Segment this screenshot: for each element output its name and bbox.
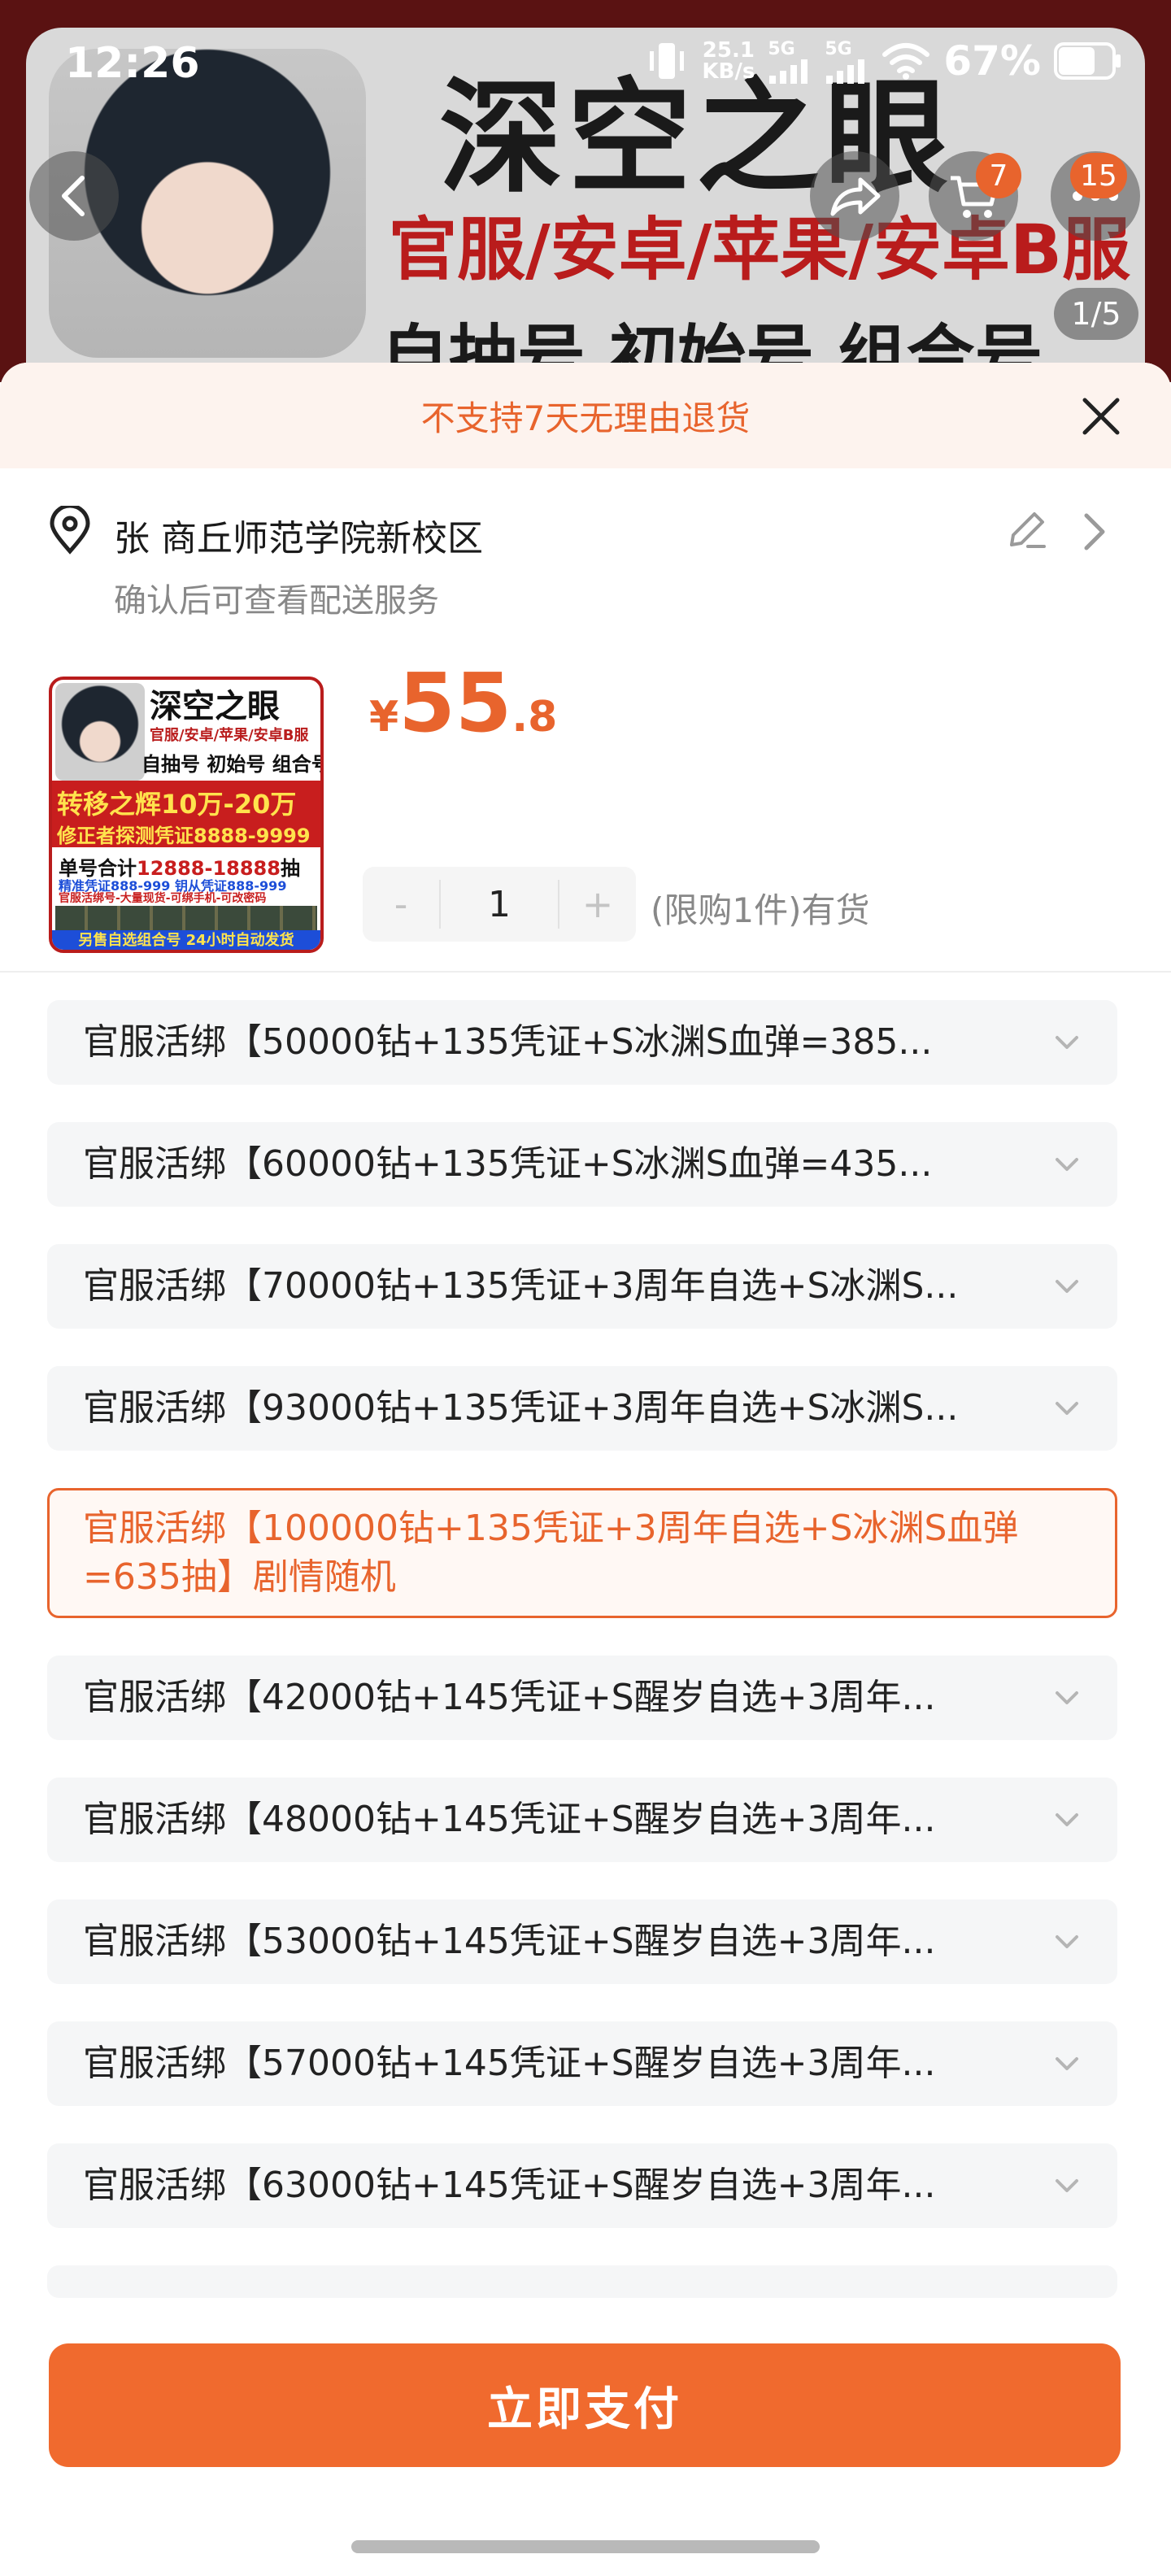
location-pin-icon: [50, 506, 90, 555]
address-selector[interactable]: 张 商丘师范学院新校区 确认后可查看配送服务: [47, 499, 1137, 629]
network-speed-value: 25.1: [702, 38, 755, 63]
signal-1: 5G: [768, 39, 812, 84]
thumbnail-portrait: [55, 683, 145, 781]
chevron-right-icon: [1084, 513, 1105, 550]
signal-2: 5G: [825, 39, 868, 84]
thumbnail-footer: 另售自选组合号 24小时自动发货: [52, 930, 320, 950]
stock-status: (限购1件)有货: [651, 890, 870, 930]
sku-option-selected[interactable]: 官服活绑【100000钻+135凭证+3周年自选+S冰渊S血弹=635抽】剧情随…: [47, 1488, 1117, 1618]
price-decimal: .8: [511, 693, 558, 742]
sku-option-label: 官服活绑【60000钻+135凭证+S冰渊S血弹=435...: [83, 1143, 933, 1185]
pay-now-button[interactable]: 立即支付: [49, 2343, 1121, 2467]
sku-option-label: 官服活绑【50000钻+135凭证+S冰渊S血弹=385...: [83, 1021, 933, 1063]
chevron-down-icon: [1056, 1813, 1078, 1826]
network-type-label-2: 5G: [825, 38, 852, 59]
clock: 12:26: [65, 39, 200, 88]
wifi-icon: [882, 43, 930, 80]
thumbnail-title: 深空之眼: [150, 688, 280, 725]
share-icon: [830, 177, 881, 216]
status-bar: 12:26 25.1 KB/s 5G 5G 67%: [0, 0, 1171, 122]
address-text: 张 商丘师范学院新校区: [114, 518, 483, 559]
network-speed: 25.1 KB/s: [702, 40, 755, 82]
banner-subtitle: 官服/安卓/苹果/安卓B服: [389, 210, 1131, 289]
close-icon[interactable]: [1077, 392, 1125, 441]
thumbnail-line: 修正者探测凭证8888-9999: [57, 825, 311, 847]
sku-option-label: 官服活绑【53000钻+145凭证+S醒岁自选+3周年...: [83, 1921, 936, 1962]
delivery-hint: 确认后可查看配送服务: [114, 582, 439, 620]
signal-icon: [826, 59, 865, 84]
signal-icon: [769, 59, 808, 84]
sku-option[interactable]: 官服活绑【48000钻+145凭证+S醒岁自选+3周年...: [47, 1778, 1117, 1862]
thumbnail-subtitle: 官服/安卓/苹果/安卓B服: [150, 727, 309, 744]
purchase-sheet: 不支持7天无理由退货 张 商丘师范学院新校区 确认后可查看配送服务 深空之眼 官…: [0, 363, 1171, 2576]
sku-option-label: 官服活绑【70000钻+135凭证+3周年自选+S冰渊S...: [83, 1265, 959, 1307]
sku-option[interactable]: 官服活绑【63000钻+145凭证+S醒岁自选+3周年...: [47, 2143, 1117, 2228]
return-policy-notice: 不支持7天无理由退货: [0, 363, 1171, 468]
sku-option[interactable]: 官服活绑【60000钻+135凭证+S冰渊S血弹=435...: [47, 1122, 1117, 1207]
home-indicator[interactable]: [351, 2540, 820, 2553]
chevron-down-icon: [1056, 1280, 1078, 1293]
cart-count-badge: 7: [976, 153, 1021, 198]
vibrate-icon: [650, 43, 685, 79]
return-policy-text: 不支持7天无理由退货: [420, 398, 751, 438]
image-page-indicator: 1/5: [1054, 288, 1138, 340]
share-button[interactable]: [810, 151, 899, 241]
back-button[interactable]: [29, 151, 119, 241]
price-integer: 55: [398, 655, 512, 751]
sku-option-partial[interactable]: [47, 2265, 1117, 2298]
sku-option[interactable]: 官服活绑【57000钻+145凭证+S醒岁自选+3周年...: [47, 2021, 1117, 2106]
divider: [0, 971, 1171, 973]
chevron-down-icon: [1056, 2179, 1078, 2192]
increase-button[interactable]: +: [559, 867, 636, 942]
sku-option[interactable]: 官服活绑【50000钻+135凭证+S冰渊S血弹=385...: [47, 1000, 1117, 1085]
battery-icon: [1054, 42, 1121, 80]
battery-percent: 67%: [943, 37, 1041, 85]
price-currency: ¥: [369, 693, 399, 742]
sku-option[interactable]: 官服活绑【53000钻+145凭证+S醒岁自选+3周年...: [47, 1899, 1117, 1984]
sku-option[interactable]: 官服活绑【93000钻+135凭证+3周年自选+S冰渊S...: [47, 1366, 1117, 1451]
sku-option-label: 官服活绑【48000钻+145凭证+S醒岁自选+3周年...: [83, 1799, 936, 1840]
quantity-input[interactable]: 1: [439, 880, 559, 929]
sku-option-list: 官服活绑【50000钻+135凭证+S冰渊S血弹=385... 官服活绑【600…: [47, 1000, 1117, 2298]
chevron-down-icon: [1056, 1691, 1078, 1704]
status-icons: 25.1 KB/s 5G 5G 67%: [645, 37, 1122, 85]
sku-option-label: 官服活绑【93000钻+135凭证+3周年自选+S冰渊S...: [83, 1387, 959, 1429]
network-speed-unit: KB/s: [702, 59, 755, 84]
network-type-label: 5G: [768, 38, 795, 59]
thumbnail-character-strip: [55, 906, 317, 930]
chevron-down-icon: [1056, 1935, 1078, 1948]
chevron-left-icon: [62, 176, 85, 216]
chevron-down-icon: [1056, 1158, 1078, 1171]
decrease-button[interactable]: -: [363, 867, 439, 942]
sku-option-label: 官服活绑【100000钻+135凭证+3周年自选+S冰渊S血弹=635抽】剧情随…: [83, 1508, 1019, 1598]
price: ¥55.8: [369, 655, 557, 751]
sku-option-label: 官服活绑【57000钻+145凭证+S醒岁自选+3周年...: [83, 2043, 936, 2084]
chevron-down-icon: [1056, 2057, 1078, 2070]
edit-icon[interactable]: [1003, 507, 1049, 553]
sku-option[interactable]: 官服活绑【42000钻+145凭证+S醒岁自选+3周年...: [47, 1656, 1117, 1740]
thumbnail-line: 官服活绑号-大量现货-可绑手机-可改密码: [59, 892, 267, 905]
sku-option-label: 官服活绑【42000钻+145凭证+S醒岁自选+3周年...: [83, 1677, 936, 1718]
thumbnail-subtitle-2: 自抽号 初始号 组合号: [141, 753, 324, 776]
thumbnail-line: 转移之辉10万-20万: [57, 789, 297, 820]
quantity-stepper: - 1 +: [363, 867, 636, 942]
chevron-down-icon: [1056, 1402, 1078, 1415]
message-count-badge: 15: [1070, 153, 1127, 198]
product-thumbnail[interactable]: 深空之眼 官服/安卓/苹果/安卓B服 自抽号 初始号 组合号 转移之辉10万-2…: [49, 677, 324, 953]
chevron-down-icon: [1056, 1036, 1078, 1049]
sku-option-label: 官服活绑【63000钻+145凭证+S醒岁自选+3周年...: [83, 2165, 936, 2206]
sku-option[interactable]: 官服活绑【70000钻+135凭证+3周年自选+S冰渊S...: [47, 1244, 1117, 1329]
